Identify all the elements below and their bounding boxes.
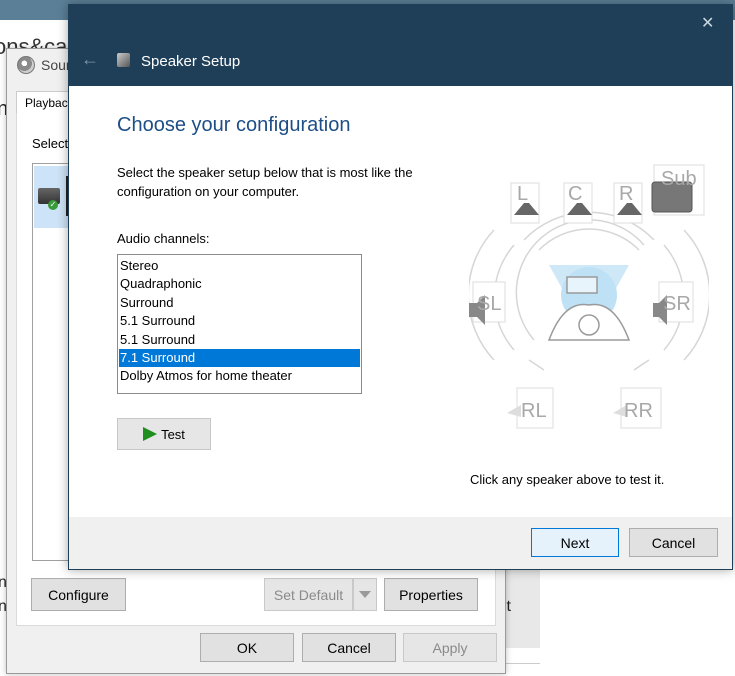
channel-option[interactable]: 5.1 Surround [119,331,360,349]
wizard-description: Select the speaker setup below that is m… [117,165,413,199]
wizard-header [69,5,732,86]
next-button[interactable]: Next [531,528,619,557]
speaker-center[interactable]: C [563,182,593,224]
channel-option[interactable]: 5.1 Surround [119,312,360,330]
speaker-rear-left-label: RL [521,400,547,422]
speaker-front-left[interactable]: L [510,182,540,224]
speaker-diagram: L C R Sub SL SR RL RR [469,164,709,429]
test-button-label: Test [161,426,185,442]
speaker-icon [117,53,130,67]
configure-button[interactable]: Configure [31,578,126,611]
channel-option[interactable]: Dolby Atmos for home theater [119,367,360,385]
page-title: Choose your configuration [117,114,351,136]
cancel-button[interactable]: Cancel [302,633,396,662]
speaker-front-left-label: L [517,183,528,205]
chevron-down-icon [359,590,371,598]
audio-channels-list[interactable]: Stereo Quadraphonic Surround 5.1 Surround 5.… [117,254,362,394]
channel-option[interactable]: 7.1 Surround [119,349,360,367]
speaker-test-hint: Click any speaker above to test it. [470,472,665,487]
speaker-front-right[interactable]: R [613,182,643,224]
apply-button[interactable]: Apply [403,633,497,662]
speaker-side-right-label: SR [663,293,691,315]
speaker-rear-right-label: RR [624,400,653,422]
test-button[interactable]: Test [117,418,211,450]
background-divider [503,663,540,664]
set-default-button[interactable]: Set Default [264,578,353,611]
select-device-label: Select [32,136,69,151]
speaker-rear-right[interactable]: RR [613,387,662,429]
default-device-check-icon: ✓ [48,200,58,210]
wizard-title: Speaker Setup [141,53,241,70]
speaker-side-right[interactable]: SR [653,281,694,325]
speaker-front-right-label: R [619,183,633,205]
speaker-rear-left[interactable]: RL [507,387,554,429]
play-icon [143,427,158,441]
channel-option[interactable]: Surround [119,294,360,312]
channel-option[interactable]: Quadraphonic [119,275,360,293]
speaker-side-left-label: SL [477,293,501,315]
speaker-subwoofer-label: Sub [661,168,697,190]
speaker-subwoofer[interactable]: Sub [651,164,705,216]
speaker-setup-wizard: ✕ ← Speaker Setup Choose your configurat… [68,4,733,570]
wizard-cancel-button[interactable]: Cancel [629,528,718,557]
channel-option[interactable]: Stereo [119,257,360,275]
set-default-dropdown-button[interactable] [353,578,377,611]
properties-button[interactable]: Properties [384,578,478,611]
speaker-center-label: C [568,183,582,205]
speaker-side-left[interactable]: SL [469,281,506,325]
back-arrow-icon[interactable]: ← [81,49,99,70]
audio-channels-label: Audio channels: [117,231,210,246]
sound-dialog-titlebar: Soun [17,55,74,75]
sound-app-icon [17,56,35,74]
close-icon[interactable]: ✕ [701,13,714,33]
ok-button[interactable]: OK [200,633,294,662]
